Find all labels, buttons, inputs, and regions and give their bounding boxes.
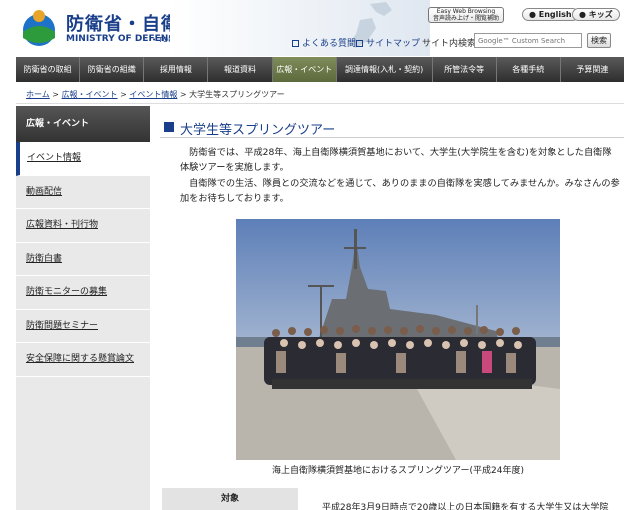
english-button[interactable]: ● English (522, 8, 579, 21)
nav-item-laws[interactable]: 所管法令等 (433, 57, 497, 82)
sidebar-item-videos[interactable]: 動画配信 (16, 175, 150, 209)
arrow-box-icon (292, 40, 299, 47)
sidebar-item-seminar[interactable]: 防衛問題セミナー (16, 309, 150, 343)
breadcrumb-event-info[interactable]: イベント情報 (129, 90, 177, 99)
faq-link[interactable]: よくある質問 (292, 36, 356, 49)
search-input[interactable] (474, 33, 582, 48)
page-title-bar: 大学生等スプリングツアー (160, 116, 624, 138)
invite-paragraph: 自衛隊での生活、隊員との交流などを通じて、ありのままの自衛隊を実感してみませんか… (180, 178, 620, 204)
nav-item-procedures[interactable]: 各種手続 (497, 57, 561, 82)
arrow-box-icon (356, 40, 363, 47)
sidebar-heading[interactable]: 広報・イベント (16, 106, 150, 142)
sidebar: 広報・イベント イベント情報 動画配信 広報資料・刊行物 防衛白書 防衛モニター… (16, 106, 150, 510)
kids-button[interactable]: ● キッズ (572, 8, 620, 21)
breadcrumb: ホーム > 広報・イベント > イベント情報 > 大学生等スプリングツアー (26, 90, 285, 99)
table-header-target: 対象 (162, 488, 298, 510)
sidebar-item-white-paper[interactable]: 防衛白書 (16, 242, 150, 276)
title-square-icon (164, 122, 174, 132)
page: 防衛省・自衛隊 MINISTRY OF DEFENSE • TOP Easy W… (0, 0, 640, 510)
intro-paragraph: 防衛省では、平成28年、海上自衛隊横須賀基地において、大学生(大学院生を含む)を… (180, 147, 612, 173)
page-title: 大学生等スプリングツアー (180, 123, 336, 138)
group-photo-image (236, 219, 560, 460)
nav-item-budget[interactable]: 予算関連 (561, 57, 624, 82)
nav-item-organization[interactable]: 防衛省の組織 (80, 57, 145, 82)
breadcrumb-current: 大学生等スプリングツアー (189, 90, 285, 99)
site-header: 防衛省・自衛隊 MINISTRY OF DEFENSE • TOP Easy W… (0, 0, 640, 56)
nav-item-procurement[interactable]: 調達情報(入札・契約) (337, 57, 433, 82)
photo-caption: 海上自衛隊横須賀基地におけるスプリングツアー(平成24年度) (272, 466, 524, 476)
ministry-logo-icon[interactable] (18, 8, 60, 48)
table-cell-target: 平成28年3月9日時点で20歳以上の日本国籍を有する大学生又は大学院 (322, 503, 609, 510)
divider (16, 103, 624, 104)
breadcrumb-pr-events[interactable]: 広報・イベント (62, 90, 118, 99)
search-button[interactable]: 検索 (587, 33, 611, 48)
sidebar-item-publications[interactable]: 広報資料・刊行物 (16, 209, 150, 243)
search-label: サイト内検索 (422, 39, 477, 49)
nav-item-pr-events[interactable]: 広報・イベント (272, 57, 337, 82)
easy-web-browsing-button[interactable]: Easy Web Browsing 音声読み上げ・閲覧補助 (428, 7, 504, 23)
nav-item-recruitment[interactable]: 採用情報 (144, 57, 209, 82)
sidebar-item-monitor[interactable]: 防衛モニターの募集 (16, 276, 150, 310)
sidebar-item-event-info[interactable]: イベント情報 (16, 142, 150, 176)
sidebar-item-essay-contest[interactable]: 安全保障に関する懸賞論文 (16, 343, 150, 377)
global-nav: 防衛省の取組 防衛省の組織 採用情報 報道資料 広報・イベント 調達情報(入札・… (16, 57, 624, 82)
nav-item-press[interactable]: 報道資料 (208, 57, 273, 82)
sitemap-link[interactable]: サイトマップ (356, 36, 420, 49)
breadcrumb-home[interactable]: ホーム (26, 90, 50, 99)
nav-item-initiatives[interactable]: 防衛省の取組 (16, 57, 81, 82)
